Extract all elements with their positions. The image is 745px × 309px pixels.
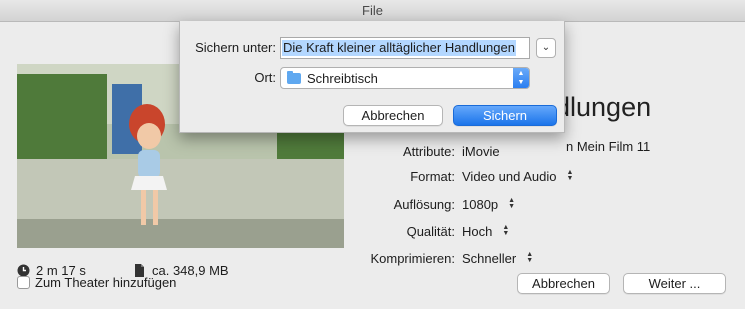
sheet-cancel-button[interactable]: Abbrechen (343, 105, 443, 126)
format-value: Video und Audio (462, 168, 557, 184)
updown-chevron-icon: ▲ ▼ (513, 68, 529, 88)
updown-chevron-icon: ▲ ▼ (502, 224, 510, 237)
format-label: Format: (410, 168, 455, 184)
attribute-label: Attribute: (402, 143, 455, 159)
updown-chevron-icon: ▲ ▼ (526, 251, 534, 264)
compress-label: Komprimieren: (370, 250, 455, 266)
filename-field[interactable]: Die Kraft kleiner alltäglicher Handlunge… (280, 37, 530, 59)
location-value: Schreibtisch (307, 70, 378, 86)
save-sheet: Sichern unter: Die Kraft kleiner alltägl… (179, 21, 565, 133)
compress-popup[interactable]: Schneller ▲ ▼ (462, 251, 533, 266)
property-row-resolution[interactable]: Auflösung: 1080p ▲ ▼ (340, 194, 620, 214)
add-to-theater-checkbox[interactable] (17, 276, 30, 289)
attribute-value: iMovie (462, 143, 500, 159)
add-to-theater-label: Zum Theater hinzufügen (35, 275, 177, 290)
quality-popup[interactable]: Hoch ▲ ▼ (462, 224, 509, 239)
format-popup[interactable]: Video und Audio ▲ ▼ (462, 169, 573, 184)
chevron-down-icon: ⌄ (541, 42, 551, 53)
folder-icon (287, 70, 301, 84)
cancel-button[interactable]: Abbrechen (517, 273, 610, 294)
updown-chevron-icon: ▲ ▼ (508, 197, 516, 210)
resolution-value: 1080p (462, 196, 499, 212)
property-row-format[interactable]: Format: Video und Audio ▲ ▼ (340, 166, 620, 186)
resolution-label: Auflösung: (393, 196, 455, 212)
window-title: File (0, 0, 745, 22)
location-label: Ort: (254, 70, 276, 85)
property-row-compress[interactable]: Komprimieren: Schneller ▲ ▼ (340, 248, 620, 268)
expand-sheet-button[interactable]: ⌄ (536, 38, 556, 58)
save-as-label: Sichern unter: (195, 40, 276, 55)
property-row-quality[interactable]: Qualität: Hoch ▲ ▼ (340, 221, 620, 241)
updown-chevron-icon: ▲ ▼ (566, 169, 574, 182)
property-row-attribute: Attribute: iMovie (340, 141, 620, 161)
movie-title: dlungen (555, 92, 652, 122)
quality-value: Hoch (462, 223, 493, 239)
compress-value: Schneller (462, 250, 517, 266)
filename-value: Die Kraft kleiner alltäglicher Handlunge… (282, 40, 516, 56)
location-popup[interactable]: Schreibtisch ▲ ▼ (280, 67, 530, 89)
quality-label: Qualität: (406, 223, 455, 239)
next-button[interactable]: Weiter ... (623, 273, 726, 294)
add-to-theater-option[interactable]: Zum Theater hinzufügen (17, 275, 176, 290)
save-button[interactable]: Sichern (453, 105, 557, 126)
resolution-popup[interactable]: 1080p ▲ ▼ (462, 197, 515, 212)
